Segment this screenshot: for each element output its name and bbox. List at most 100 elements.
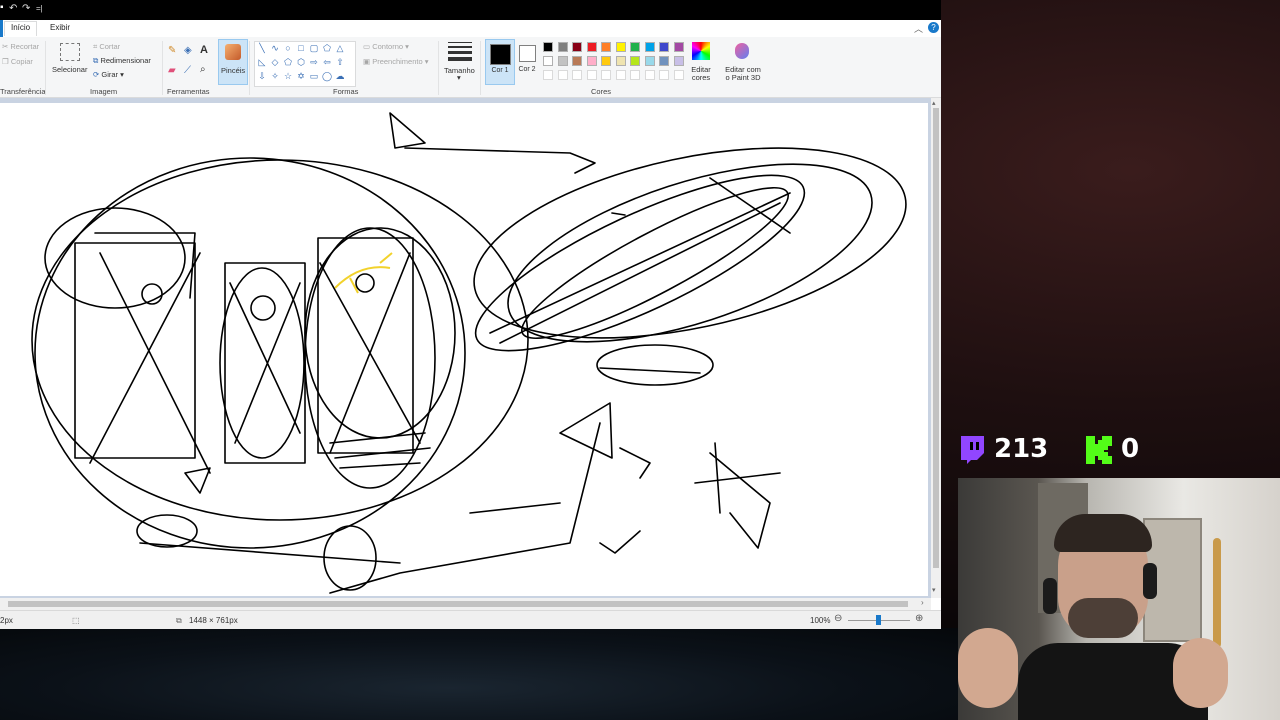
redo-icon[interactable]: ↷ [22, 3, 30, 14]
palette-color-swatch[interactable] [615, 56, 626, 66]
magnifier-icon[interactable]: ⌕ [200, 64, 206, 75]
brushes-button[interactable]: Pincéis [218, 39, 248, 85]
status-bar: 2px ⬚ ⧉ 1448 × 761px 100% ⊖ ⊕ [0, 610, 941, 629]
palette-color-swatch[interactable] [630, 56, 640, 66]
palette-color-swatch[interactable] [557, 42, 568, 52]
select-icon[interactable] [60, 43, 80, 61]
color1-button[interactable]: Cor 1 [485, 39, 515, 85]
palette-color-swatch[interactable] [644, 56, 655, 66]
text-icon[interactable]: A [200, 44, 208, 56]
outline-button[interactable]: ▭ Contorno ▾ [363, 42, 409, 51]
color-picker-icon[interactable]: ⟋ [184, 65, 191, 76]
palette-color-swatch[interactable] [673, 56, 684, 66]
palette-color-swatch[interactable] [586, 56, 597, 66]
left-arrow-shape-icon[interactable]: ⇦ [322, 57, 332, 67]
zoom-slider-thumb[interactable] [876, 615, 881, 625]
palette-color-swatch[interactable] [572, 42, 582, 52]
hexagon-shape-icon[interactable]: ⬡ [296, 57, 306, 67]
color2-button[interactable]: Cor 2 [516, 39, 538, 83]
palette-color-swatch[interactable] [557, 56, 568, 66]
tab-home[interactable]: Início [4, 21, 38, 36]
vertical-scrollbar[interactable]: ▴ ▾ [931, 98, 941, 598]
size-icon[interactable] [448, 42, 472, 61]
palette-empty-swatch[interactable] [615, 70, 626, 80]
triangle-shape-icon[interactable]: △ [335, 43, 345, 53]
edit-colors-button[interactable]: Editar cores [687, 66, 715, 82]
down-arrow-shape-icon[interactable]: ⇩ [257, 71, 267, 81]
save-icon[interactable]: ▪ [0, 2, 4, 13]
customize-icon[interactable]: =| [36, 4, 43, 13]
diamond-shape-icon[interactable]: ◇ [270, 57, 280, 67]
vertical-scroll-thumb[interactable] [933, 108, 939, 568]
crop-icon: ⌗ [93, 42, 98, 51]
palette-color-swatch[interactable] [644, 42, 655, 52]
palette-empty-swatch[interactable] [543, 70, 553, 80]
resize-icon: ⧉ [93, 56, 99, 65]
star4-shape-icon[interactable]: ✧ [270, 71, 280, 81]
palette-color-swatch[interactable] [601, 56, 611, 66]
palette-empty-swatch[interactable] [557, 70, 568, 80]
tab-view[interactable]: Exibir [50, 23, 70, 32]
scroll-down-icon[interactable]: ▾ [932, 586, 936, 594]
palette-color-swatch[interactable] [673, 42, 684, 52]
scroll-right-icon[interactable]: › [921, 598, 924, 607]
ribbon-minimize-icon[interactable]: ︿ [914, 22, 923, 35]
palette-color-swatch[interactable] [659, 42, 669, 52]
palette-color-swatch[interactable] [572, 56, 582, 66]
fill-icon[interactable]: ◈ [184, 45, 192, 56]
pencil-icon[interactable]: ✎ [168, 45, 176, 56]
line-shape-icon[interactable]: ╲ [257, 43, 267, 53]
file-tab[interactable] [0, 20, 3, 37]
palette-color-swatch[interactable] [615, 42, 626, 52]
palette-color-swatch[interactable] [601, 42, 611, 52]
pentagon-shape-icon[interactable]: ⬠ [283, 57, 293, 67]
cut-button[interactable]: ✂ Recortar [2, 42, 39, 51]
star5-shape-icon[interactable]: ☆ [283, 71, 293, 81]
copy-button[interactable]: ❐ Copiar [2, 57, 33, 66]
callout-shape-icon[interactable]: ▭ [309, 71, 319, 81]
undo-icon[interactable]: ↶ [9, 3, 17, 14]
palette-empty-swatch[interactable] [572, 70, 582, 80]
rectangle-shape-icon[interactable]: □ [296, 43, 306, 53]
help-icon[interactable]: ? [928, 22, 939, 33]
palette-empty-swatch[interactable] [586, 70, 597, 80]
paint3d-button[interactable]: Editar com o Paint 3D [722, 66, 764, 82]
color1-swatch [490, 44, 511, 65]
palette-color-swatch[interactable] [543, 56, 553, 66]
rotate-button[interactable]: ⟳ Girar ▾ [93, 70, 124, 79]
star6-shape-icon[interactable]: ✡ [296, 71, 306, 81]
right-arrow-shape-icon[interactable]: ⇨ [309, 57, 319, 67]
palette-empty-swatch[interactable] [601, 70, 611, 80]
eraser-icon[interactable]: ▰ [168, 65, 176, 76]
horizontal-scrollbar[interactable]: › [0, 598, 931, 610]
zoom-in-icon[interactable]: ⊕ [915, 613, 923, 624]
palette-empty-swatch[interactable] [673, 70, 684, 80]
palette-empty-swatch[interactable] [644, 70, 655, 80]
oval-callout-shape-icon[interactable]: ◯ [322, 71, 332, 81]
curve-shape-icon[interactable]: ∿ [270, 43, 280, 53]
up-arrow-shape-icon[interactable]: ⇧ [335, 57, 345, 67]
zoom-out-icon[interactable]: ⊖ [834, 613, 842, 624]
paint3d-icon[interactable] [735, 43, 749, 59]
palette-color-swatch[interactable] [543, 42, 553, 52]
fill-button[interactable]: ▣ Preenchimento ▾ [363, 57, 429, 66]
palette-color-swatch[interactable] [659, 56, 669, 66]
drawing-canvas[interactable] [0, 103, 928, 596]
crop-button[interactable]: ⌗ Cortar [93, 42, 120, 52]
palette-color-swatch[interactable] [630, 42, 640, 52]
edit-colors-icon[interactable] [692, 42, 710, 60]
palette-empty-swatch[interactable] [630, 70, 640, 80]
horizontal-scroll-thumb[interactable] [8, 601, 908, 607]
palette-color-swatch[interactable] [586, 42, 597, 52]
palette-empty-swatch[interactable] [659, 70, 669, 80]
rounded-rectangle-shape-icon[interactable]: ▢ [309, 43, 319, 53]
select-button[interactable]: Selecionar [52, 65, 87, 74]
scroll-up-icon[interactable]: ▴ [932, 99, 936, 107]
oval-shape-icon[interactable]: ○ [283, 43, 293, 53]
shapes-gallery[interactable]: ╲ ∿ ○ □ ▢ ⬠ △ ◺ ◇ ⬠ ⬡ ⇨ ⇦ ⇧ ⇩ ✧ ☆ ✡ ▭ ◯ … [254, 41, 356, 87]
right-triangle-shape-icon[interactable]: ◺ [257, 57, 267, 67]
quick-access-toolbar: ▪ ↶ ↷ =| [0, 0, 941, 20]
cloud-callout-shape-icon[interactable]: ☁ [335, 71, 345, 81]
polygon-shape-icon[interactable]: ⬠ [322, 43, 332, 53]
resize-button[interactable]: ⧉ Redimensionar [93, 56, 151, 66]
